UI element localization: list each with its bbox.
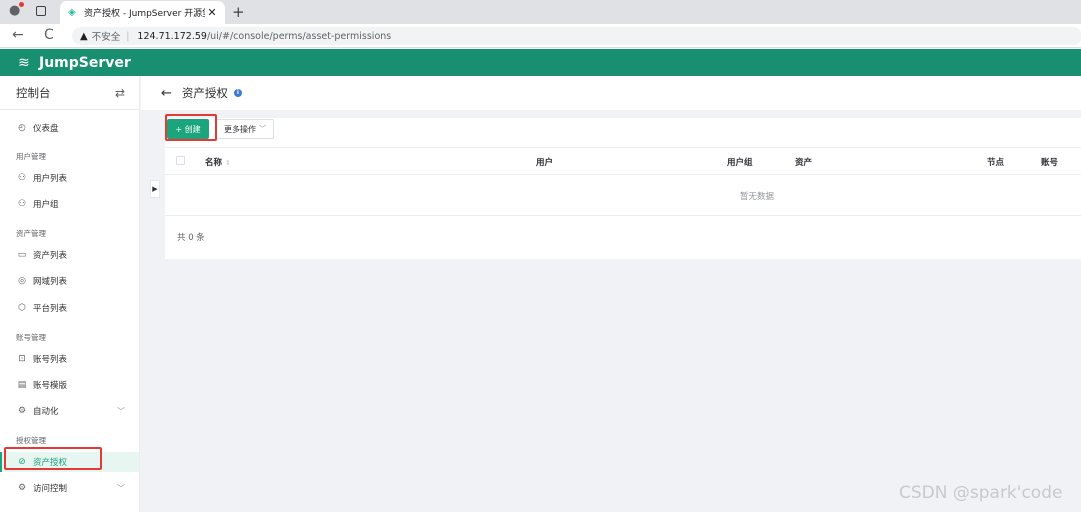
url-host: 124.71.172.59: [137, 30, 207, 42]
reload-icon[interactable]: C: [44, 27, 54, 43]
brand-name[interactable]: JumpServer: [39, 55, 131, 71]
users-icon: ⚇: [17, 199, 27, 209]
automation-icon: ⚙: [17, 406, 27, 416]
sidebar-item-account-template[interactable]: ▤ 账号模版: [0, 375, 139, 395]
close-tab-icon[interactable]: ✕: [205, 6, 219, 19]
select-all-checkbox[interactable]: [176, 156, 185, 165]
table-header: 名称 ⇕ 用户 用户组 资产 节点 账号: [165, 147, 1081, 175]
browser-tab-title: 资产授权 - JumpServer 开源堡垒...: [84, 9, 205, 19]
browser-tab-strip: ● ◈ 资产授权 - JumpServer 开源堡垒... ✕ +: [0, 0, 1081, 24]
new-tab-button[interactable]: +: [232, 3, 245, 21]
column-label: 名称: [205, 158, 223, 168]
jumpserver-logo-icon[interactable]: ≋: [18, 55, 34, 71]
sidebar-item-automation[interactable]: ⚙ 自动化 ﹀: [0, 401, 139, 421]
sidebar-item-label: 账号模版: [33, 381, 68, 391]
info-icon[interactable]: i: [233, 89, 242, 97]
sidebar-item-dashboard[interactable]: ◴ 仪表盘: [0, 118, 139, 138]
user-icon: ⚇: [17, 173, 27, 183]
chevron-down-icon: ﹀: [117, 483, 125, 493]
pagination-total: 共 0 条: [177, 233, 205, 243]
column-node: 节点: [987, 158, 1005, 168]
watermark: CSDN @spark'code: [899, 483, 1063, 503]
sidebar-item-domain-list[interactable]: ◎ 网域列表: [0, 271, 139, 291]
sidebar-item-asset-list[interactable]: ▭ 资产列表: [0, 245, 139, 265]
back-arrow-icon[interactable]: ←: [12, 27, 24, 43]
sidebar-item-label: 账号列表: [33, 355, 68, 365]
sidebar-item-label: 资产列表: [33, 251, 68, 261]
sidebar-item-user-group[interactable]: ⚇ 用户组: [0, 194, 139, 214]
sidebar-item-label: 平台列表: [33, 304, 68, 314]
page-header: ← 资产授权 i: [141, 76, 1081, 110]
sidebar-item-label: 访问控制: [33, 484, 68, 494]
sidebar-item-account-list[interactable]: ⊡ 账号列表: [0, 349, 139, 369]
highlight-create-button: [165, 114, 217, 141]
sidebar-group-user: 用户管理: [16, 152, 46, 161]
sidebar-item-access-control[interactable]: ⚙ 访问控制 ﹀: [0, 478, 139, 498]
more-actions-button[interactable]: 更多操作 ﹀: [216, 119, 274, 139]
sidebar-item-label: 用户列表: [33, 174, 68, 184]
sort-icon[interactable]: ⇕: [225, 159, 231, 167]
column-name[interactable]: 名称 ⇕: [205, 156, 231, 168]
chevron-down-icon: ﹀: [259, 125, 266, 133]
sidebar-item-label: 网域列表: [33, 277, 68, 287]
template-icon: ▤: [17, 380, 27, 390]
sidebar-group-asset: 资产管理: [16, 229, 46, 238]
url-path: /ui/#/console/perms/asset-permissions: [206, 30, 392, 42]
column-asset: 资产: [795, 158, 813, 168]
url-separator: |: [126, 30, 130, 42]
page-title: 资产授权: [181, 86, 228, 100]
browser-tab-active[interactable]: ◈ 资产授权 - JumpServer 开源堡垒... ✕: [60, 1, 225, 24]
back-arrow-icon[interactable]: ←: [161, 86, 172, 101]
console-title: 控制台: [16, 85, 51, 100]
column-account: 账号: [1041, 158, 1059, 168]
warning-icon[interactable]: ▲: [80, 31, 88, 42]
sidebar-item-platform-list[interactable]: ⬡ 平台列表: [0, 298, 139, 318]
insecure-label[interactable]: 不安全: [92, 29, 121, 43]
dashboard-icon: ◴: [18, 123, 26, 133]
url-input[interactable]: ▲ 不安全 | 124.71.172.59 /ui/#/console/perm…: [72, 27, 1081, 45]
tab-group-icon[interactable]: [36, 6, 46, 16]
chevron-down-icon: ﹀: [117, 406, 125, 416]
highlight-asset-permission: [4, 447, 102, 470]
column-user: 用户: [536, 158, 554, 168]
cube-icon: ⬡: [18, 303, 26, 313]
location-icon: ◎: [18, 276, 26, 286]
monitor-icon: ▭: [17, 250, 27, 260]
lock-icon: ⊡: [18, 354, 26, 364]
jumpserver-favicon-icon: ◈: [68, 6, 76, 18]
more-actions-label: 更多操作: [224, 124, 256, 134]
collapse-tree-button[interactable]: ▶: [150, 180, 160, 198]
switch-view-icon[interactable]: ⇄: [115, 86, 125, 100]
caret-right-icon: ▶: [152, 185, 158, 193]
empty-table-message: 暂无数据: [165, 176, 1081, 216]
browser-address-bar: ← C ▲ 不安全 | 124.71.172.59 /ui/#/console/…: [0, 24, 1081, 48]
sidebar-group-account: 账号管理: [16, 333, 46, 342]
sidebar-item-label: 自动化: [33, 407, 59, 417]
sidebar-item-label: 用户组: [33, 200, 59, 210]
sidebar-item-label: 仪表盘: [33, 124, 59, 134]
access-control-icon: ⚙: [17, 483, 27, 493]
sidebar-group-perm: 授权管理: [16, 436, 46, 445]
sidebar-item-user-list[interactable]: ⚇ 用户列表: [0, 168, 139, 188]
sidebar-header: 控制台 ⇄: [0, 76, 139, 110]
notification-dot: [19, 2, 24, 7]
column-user-group: 用户组: [727, 158, 753, 168]
app-header: ≋ JumpServer: [0, 49, 1081, 76]
